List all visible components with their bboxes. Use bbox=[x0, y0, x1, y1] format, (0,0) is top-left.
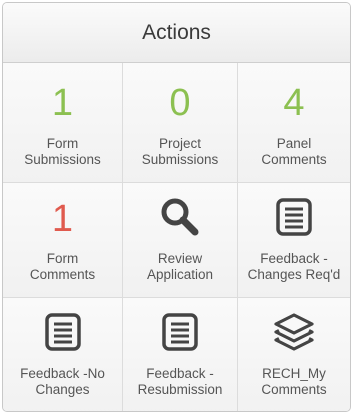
label-line: Feedback -No bbox=[20, 366, 105, 381]
tile-feedback-resubmission[interactable]: Feedback - Resubmission bbox=[123, 298, 238, 411]
document-icon bbox=[3, 310, 122, 354]
document-icon bbox=[238, 195, 350, 239]
label-line: Comments bbox=[261, 382, 327, 397]
project-submissions-count: 0 bbox=[169, 82, 191, 124]
label-line: Panel bbox=[276, 136, 312, 151]
label-line: Review bbox=[157, 251, 203, 266]
tile-label: Form Submissions bbox=[3, 136, 122, 168]
label-line: Resubmission bbox=[137, 382, 223, 397]
label-line: Submissions bbox=[141, 152, 219, 167]
tile-label: RECH_My Comments bbox=[238, 366, 350, 398]
tile-label: Review Application bbox=[123, 251, 237, 283]
label-line: Application bbox=[146, 267, 214, 282]
layers-icon bbox=[238, 310, 350, 354]
tile-panel-comments[interactable]: 4 Panel Comments bbox=[238, 63, 350, 183]
label-line: RECH_My bbox=[262, 366, 326, 381]
tile-form-comments[interactable]: 1 Form Comments bbox=[3, 183, 123, 298]
actions-panel: Actions 1 Form Submissions 0 Project Sub… bbox=[2, 2, 351, 412]
tile-form-submissions[interactable]: 1 Form Submissions bbox=[3, 63, 123, 183]
label-line: Project bbox=[158, 136, 202, 151]
tile-label: Panel Comments bbox=[238, 136, 350, 168]
label-line: Feedback - bbox=[146, 366, 214, 381]
label-line: Changes Req'd bbox=[247, 267, 341, 282]
tile-rech-my-comments[interactable]: RECH_My Comments bbox=[238, 298, 350, 411]
label-line: Changes bbox=[35, 382, 90, 397]
panel-title: Actions bbox=[142, 20, 211, 44]
panel-comments-count: 4 bbox=[283, 82, 305, 124]
panel-header: Actions bbox=[3, 3, 350, 63]
actions-grid: 1 Form Submissions 0 Project Submissions… bbox=[3, 63, 350, 411]
form-submissions-count: 1 bbox=[51, 82, 74, 124]
tile-project-submissions[interactable]: 0 Project Submissions bbox=[123, 63, 238, 183]
tile-label: Project Submissions bbox=[123, 136, 237, 168]
label-line: Feedback - bbox=[260, 251, 328, 266]
label-line: Comments bbox=[261, 152, 327, 167]
tile-feedback-changes-reqd[interactable]: Feedback - Changes Req'd bbox=[238, 183, 350, 298]
tile-review-application[interactable]: Review Application bbox=[123, 183, 238, 298]
tile-label: Form Comments bbox=[3, 251, 122, 283]
document-icon bbox=[123, 310, 237, 354]
label-line: Submissions bbox=[24, 152, 101, 167]
label-line: Comments bbox=[29, 267, 96, 282]
label-line: Form bbox=[46, 251, 79, 266]
tile-label: Feedback -No Changes bbox=[3, 366, 122, 398]
tile-label: Feedback - Resubmission bbox=[123, 366, 237, 398]
search-icon bbox=[123, 195, 237, 239]
label-line: Form bbox=[46, 136, 79, 151]
tile-feedback-no-changes[interactable]: Feedback -No Changes bbox=[3, 298, 123, 411]
tile-label: Feedback - Changes Req'd bbox=[238, 251, 350, 283]
form-comments-count: 1 bbox=[51, 198, 74, 240]
